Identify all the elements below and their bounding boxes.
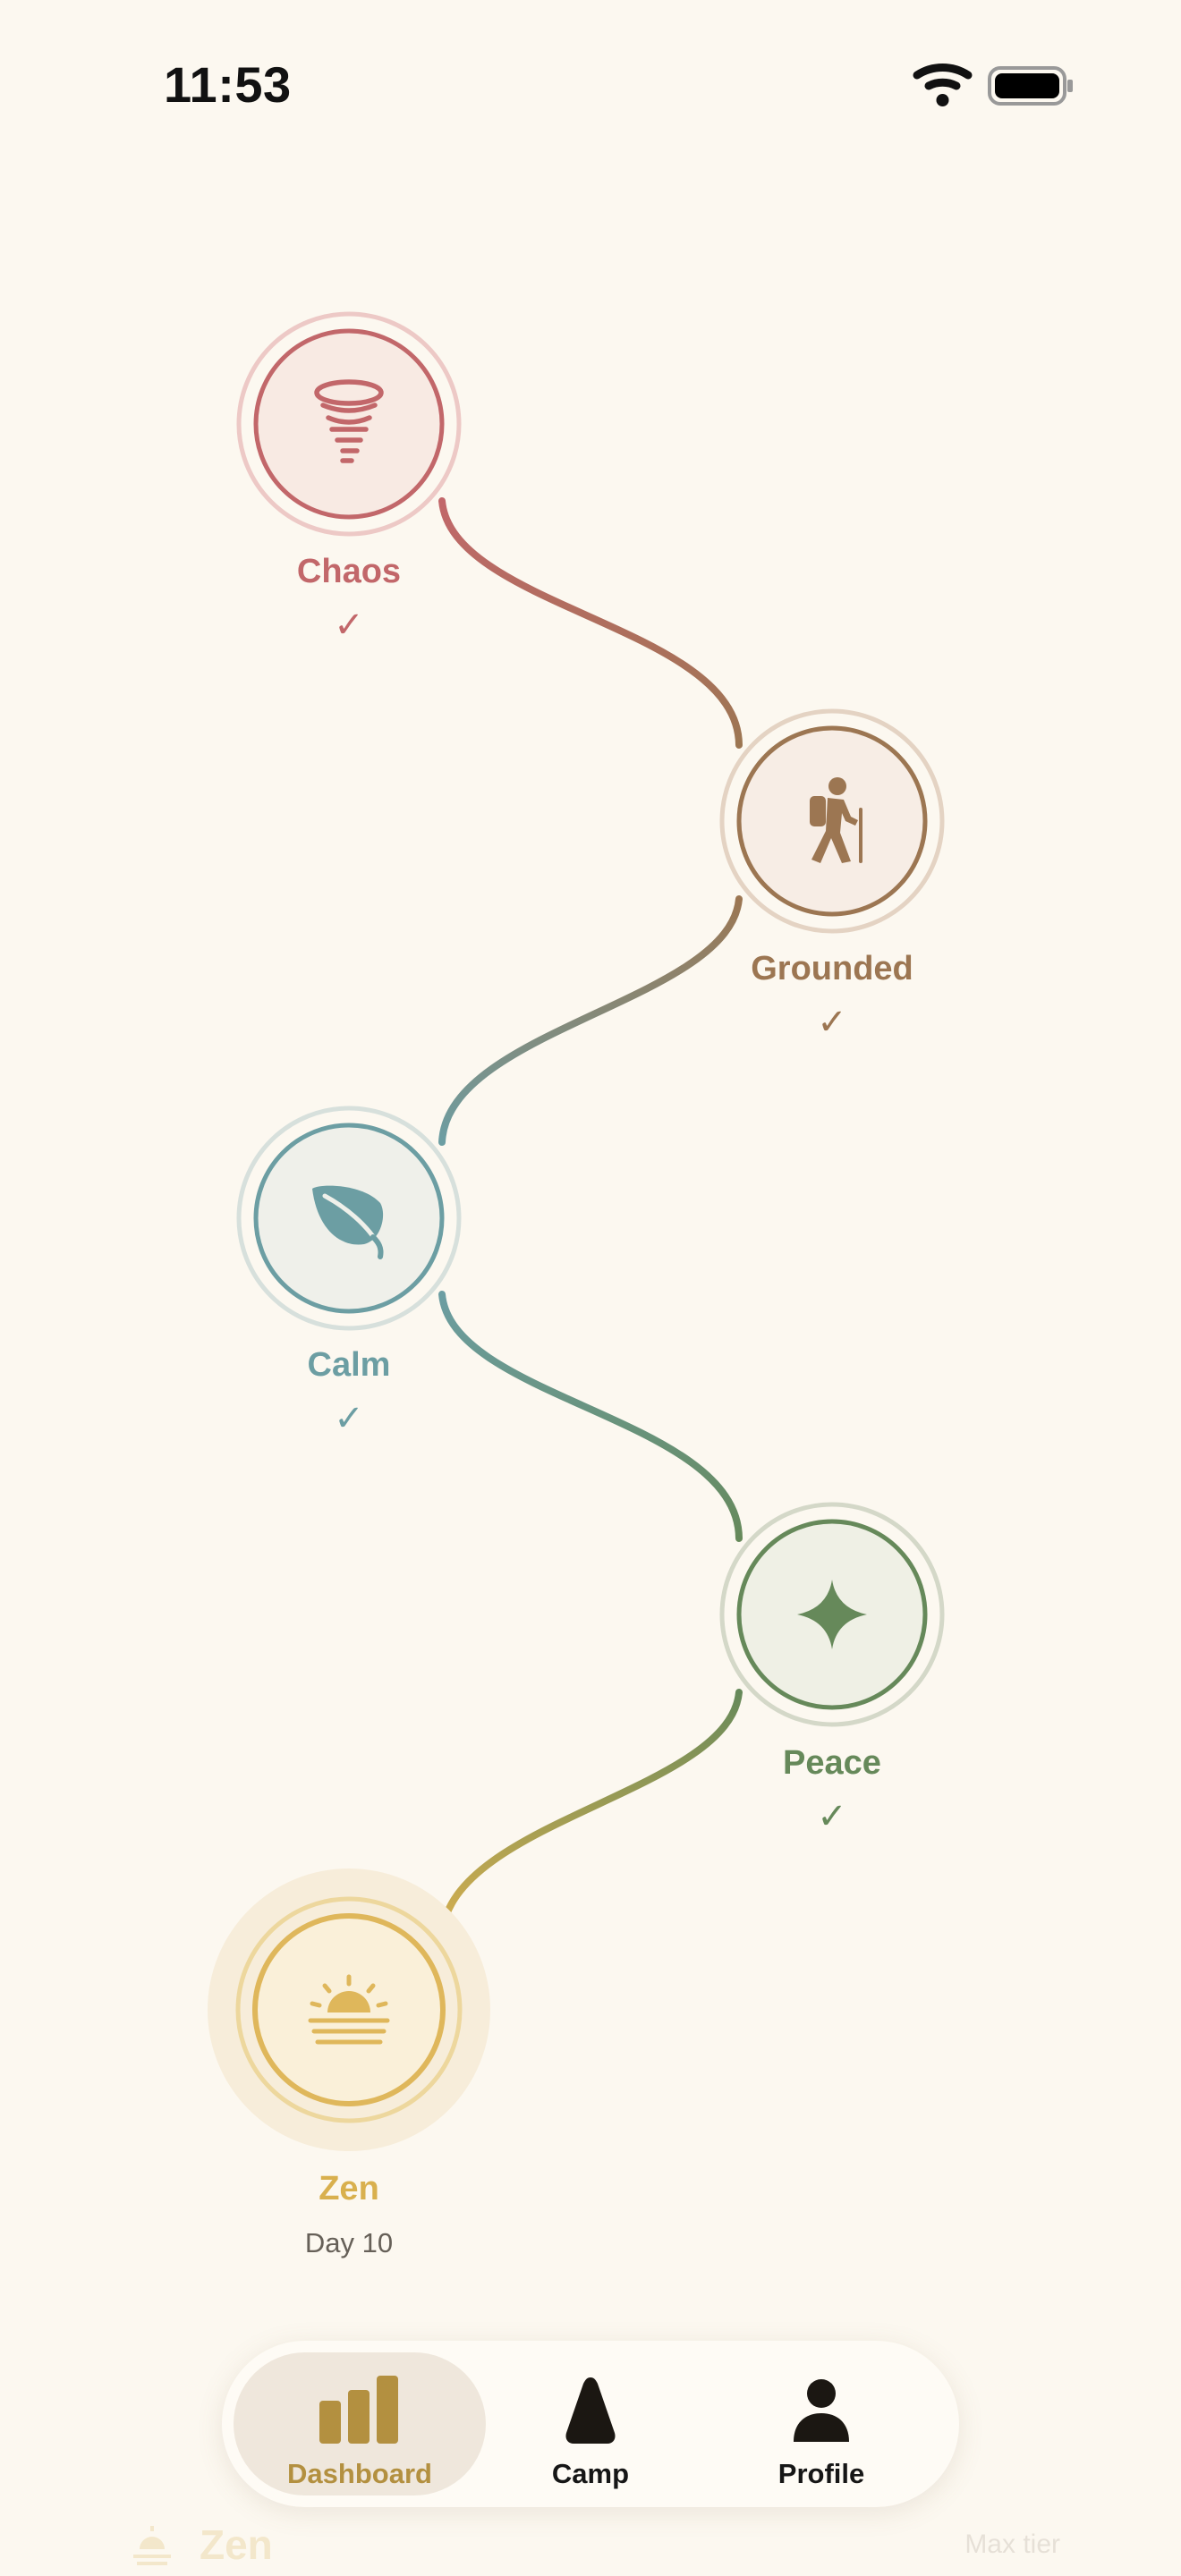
stage-node-calm[interactable]	[236, 1106, 462, 1331]
stage-label-zen: Zen	[319, 2170, 379, 2207]
stage-check-peace: ✓	[817, 1797, 847, 1836]
tab-bar: Dashboard Camp Profile	[222, 2341, 959, 2507]
bottom-card-peek: Zen Max tier	[112, 2504, 1069, 2576]
stage-node-peace[interactable]	[719, 1502, 945, 1727]
stage-label-calm: Calm	[307, 1346, 391, 1384]
stage-check-grounded: ✓	[817, 1003, 847, 1042]
stage-label-peace: Peace	[783, 1744, 881, 1782]
tab-label-profile: Profile	[777, 2458, 865, 2489]
sunrise-icon	[133, 2526, 171, 2565]
person-icon	[794, 2379, 849, 2442]
peek-meta: Max tier	[964, 2529, 1060, 2559]
bar-chart-icon	[319, 2376, 398, 2444]
stage-label-chaos: Chaos	[296, 553, 402, 590]
tab-dashboard[interactable]: Dashboard	[234, 2352, 486, 2496]
tab-profile[interactable]: Profile	[695, 2352, 947, 2496]
stage-day-counter: Day 10	[304, 2227, 394, 2258]
tab-camp[interactable]: Camp	[464, 2352, 717, 2496]
stage-node-zen[interactable]	[208, 1868, 490, 2151]
stage-node-chaos[interactable]	[236, 311, 462, 537]
peek-title: Zen	[200, 2521, 273, 2568]
tab-label-camp: Camp	[551, 2458, 630, 2489]
tab-label-dashboard: Dashboard	[287, 2458, 432, 2489]
stage-check-calm: ✓	[334, 1399, 364, 1438]
stage-check-chaos: ✓	[334, 606, 364, 645]
journey-path	[438, 497, 743, 1940]
stage-node-grounded[interactable]	[719, 708, 945, 934]
stage-label-grounded: Grounded	[751, 950, 913, 987]
tent-icon	[565, 2377, 616, 2444]
